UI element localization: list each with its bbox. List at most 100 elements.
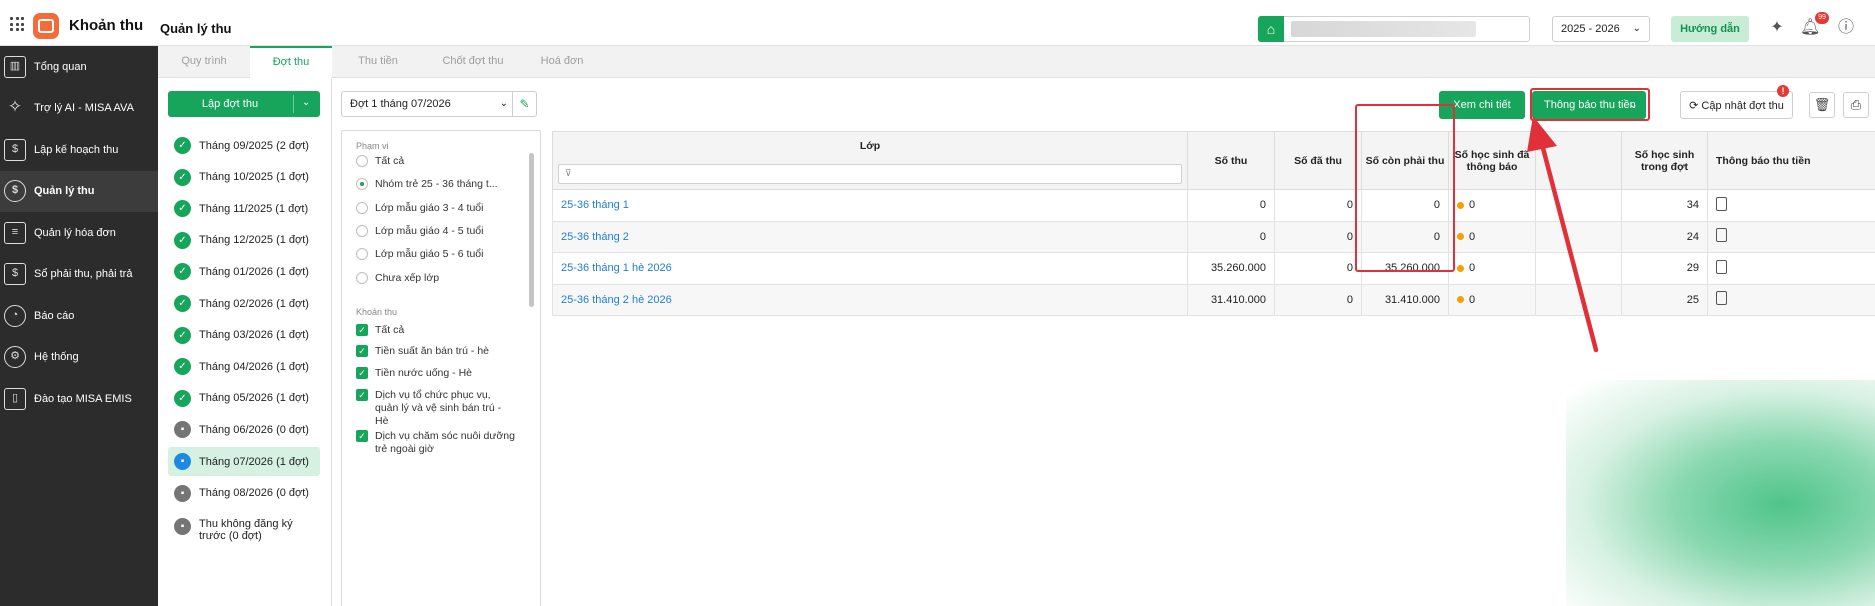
sidebar-item-label: Lập kế hoạch thu (34, 143, 119, 156)
sidebar-item-invoice[interactable]: ≡ Quản lý hóa đơn (0, 212, 158, 254)
scope-option[interactable]: Chưa xếp lớp (356, 271, 516, 285)
month-label: Tháng 06/2026 (0 đợt) (199, 423, 309, 436)
radio-button[interactable] (356, 271, 368, 284)
help-icon[interactable]: ⓘ (1836, 18, 1856, 38)
document-money-icon[interactable] (1716, 259, 1727, 274)
notified-value: 0 (1469, 230, 1476, 243)
col-class: Lớp ⊽ (552, 131, 1188, 190)
print-icon[interactable]: ⎙ (1843, 92, 1869, 118)
fee-option[interactable]: ✓ Dịch vụ tổ chức phục vụ, quản lý và vệ … (356, 389, 516, 428)
sidebar-item-plan[interactable]: $ Lập kế hoạch thu (0, 129, 158, 171)
month-item[interactable]: ✓ Tháng 11/2025 (1 đợt) (168, 194, 320, 223)
chevron-down-icon[interactable]: ⌄ (302, 97, 310, 108)
edit-icon[interactable]: ✎ (512, 92, 536, 116)
class-table: Lớp ⊽ Số thu Số đã thu Số còn phải thu S… (552, 131, 1875, 316)
tab-process[interactable]: Quy trình (158, 46, 250, 78)
notification-badge: 99 (1815, 12, 1829, 24)
fee-option[interactable]: ✓ Tất cả (356, 324, 516, 337)
ai-sparkle-icon[interactable]: ✦ (1767, 18, 1787, 38)
col-students: Số học sinh trong đợt (1621, 131, 1708, 190)
month-item[interactable]: ✓ Tháng 05/2026 (1 đợt) (168, 384, 320, 413)
radio-button[interactable] (356, 224, 368, 237)
scope-option[interactable]: Lớp mẫu giáo 5 - 6 tuổi (356, 248, 516, 261)
month-item[interactable]: ✓ Tháng 12/2025 (1 đợt) (168, 226, 320, 255)
month-label: Tháng 02/2026 (1 đợt) (199, 297, 309, 310)
class-link[interactable]: 25-36 tháng 2 hè 2026 (552, 283, 1188, 316)
sidebar-item-ledger[interactable]: $ Sổ phải thu, phải trả (0, 254, 158, 296)
scope-label: Lớp mẫu giáo 3 - 4 tuổi (375, 201, 484, 214)
batch-select[interactable]: Đợt 1 tháng 07/2026 ⌄ ✎ (341, 91, 537, 117)
scope-option[interactable]: Lớp mẫu giáo 3 - 4 tuổi (356, 201, 516, 215)
month-item[interactable]: ▪ Tháng 08/2026 (0 đợt) (168, 479, 320, 508)
radio-button[interactable] (356, 201, 368, 214)
table-row[interactable]: 25-36 tháng 1 0 0 0 0 34 (552, 189, 1875, 222)
update-batch-button[interactable]: ⟳ Cập nhật đợt thu (1680, 91, 1793, 119)
month-item[interactable]: ✓ Tháng 04/2026 (1 đợt) (168, 352, 320, 381)
school-year-select[interactable]: 2025 - 2026 ⌄ (1552, 16, 1650, 42)
paid-cell: 0 (1274, 189, 1362, 222)
chart-icon: ▥ (4, 55, 26, 78)
notice-cell[interactable] (1707, 189, 1875, 222)
school-selector[interactable]: ⌂ (1258, 16, 1530, 42)
fee-option[interactable]: ✓ Tiền suất ăn bán trú - hè (356, 345, 516, 358)
class-link[interactable]: 25-36 tháng 2 (552, 220, 1188, 253)
sidebar-item-overview[interactable]: ▥ Tổng quan (0, 46, 158, 88)
table-row[interactable]: 25-36 tháng 2 0 0 0 0 24 (552, 220, 1875, 253)
class-link[interactable]: 25-36 tháng 1 hè 2026 (552, 252, 1188, 285)
month-item[interactable]: ✓ Tháng 10/2025 (1 đợt) (168, 163, 320, 192)
month-item-unregistered[interactable]: ▪ Thu không đăng ký trước (0 đợt) (168, 515, 320, 555)
radio-button[interactable] (356, 155, 368, 167)
total-cell: 0 (1187, 220, 1275, 253)
table-row[interactable]: 25-36 tháng 2 hè 2026 31.410.000 0 31.410.0… (552, 283, 1875, 316)
sidebar-item-report[interactable]: ◔ Báo cáo (0, 295, 158, 337)
month-item[interactable]: ▪ Tháng 06/2026 (0 đợt) (168, 415, 320, 444)
sidebar-item-ai-assistant[interactable]: ✧ Trợ lý AI - MISA AVA (0, 88, 158, 130)
notice-cell[interactable] (1707, 252, 1875, 285)
month-item[interactable]: ✓ Tháng 01/2026 (1 đợt) (168, 257, 320, 286)
guide-button[interactable]: Hướng dẫn (1671, 16, 1749, 42)
table-row[interactable]: 25-36 tháng 1 hè 2026 35.260.000 0 35.260.0… (552, 252, 1875, 285)
tab-collect[interactable]: Thu tiền (332, 46, 424, 78)
month-item[interactable]: ✓ Tháng 02/2026 (1 đợt) (168, 289, 320, 318)
tab-batches[interactable]: Đợt thu (250, 46, 332, 78)
class-filter-input[interactable]: ⊽ (558, 164, 1182, 184)
create-batch-label: Lập đợt thu (201, 98, 259, 110)
document-money-icon[interactable] (1716, 291, 1727, 306)
radio-button[interactable] (356, 248, 368, 261)
notice-cell[interactable] (1707, 220, 1875, 253)
tab-close-batch[interactable]: Chốt đợt thu (424, 46, 522, 78)
notified-value: 0 (1469, 293, 1476, 306)
month-item[interactable]: ▪ Tháng 07/2026 (1 đợt) (168, 447, 320, 476)
sparkle-icon: ✧ (7, 97, 23, 117)
fee-label: Dịch vụ chăm sóc nuôi dưỡng trẻ ngoài gi… (375, 430, 515, 455)
fee-option[interactable]: ✓ Tiền nước uống - Hè (356, 367, 516, 380)
calendar-icon: ▪ (174, 453, 191, 470)
create-batch-button[interactable]: Lập đợt thu ⌄ (168, 91, 320, 117)
month-item[interactable]: ✓ Tháng 03/2026 (1 đợt) (168, 321, 320, 350)
notice-cell[interactable] (1707, 283, 1875, 316)
sidebar-item-system[interactable]: ⚙ Hệ thống (0, 337, 158, 379)
tab-bar: Quy trình Đợt thu Thu tiền Chốt đợt thu … (158, 46, 1875, 78)
class-link[interactable]: 25-36 tháng 1 (552, 189, 1188, 222)
checkbox[interactable]: ✓ (356, 367, 368, 379)
sidebar-item-collection[interactable]: $ Quản lý thu (0, 170, 158, 212)
scope-label: Lớp mẫu giáo 4 - 5 tuổi (375, 224, 484, 237)
notified-cell: 0 (1448, 220, 1536, 253)
scope-option[interactable]: Lớp mẫu giáo 4 - 5 tuổi (356, 224, 516, 238)
month-item[interactable]: ✓ Tháng 09/2025 (2 đợt) (168, 131, 320, 160)
checkbox[interactable]: ✓ (356, 345, 368, 357)
radio-button[interactable] (356, 178, 368, 191)
checkbox[interactable]: ✓ (356, 430, 368, 442)
filter-scrollbar[interactable] (529, 153, 534, 307)
checkbox[interactable]: ✓ (356, 389, 368, 401)
document-money-icon[interactable] (1716, 196, 1727, 211)
app-grid-icon[interactable] (10, 17, 24, 31)
fee-option[interactable]: ✓ Dịch vụ chăm sóc nuôi dưỡng trẻ ngoài g… (356, 430, 516, 456)
sidebar-item-training[interactable]: ▯ Đào tạo MISA EMIS (0, 378, 158, 420)
scope-option[interactable]: Tất cả (356, 155, 516, 168)
checkbox[interactable]: ✓ (356, 324, 368, 336)
scope-option[interactable]: Nhóm trẻ 25 - 36 tháng t... (356, 178, 516, 191)
document-money-icon[interactable] (1716, 228, 1727, 243)
tab-invoices[interactable]: Hoá đơn (522, 46, 602, 78)
trash-icon[interactable]: 🗑︎ (1809, 92, 1835, 118)
